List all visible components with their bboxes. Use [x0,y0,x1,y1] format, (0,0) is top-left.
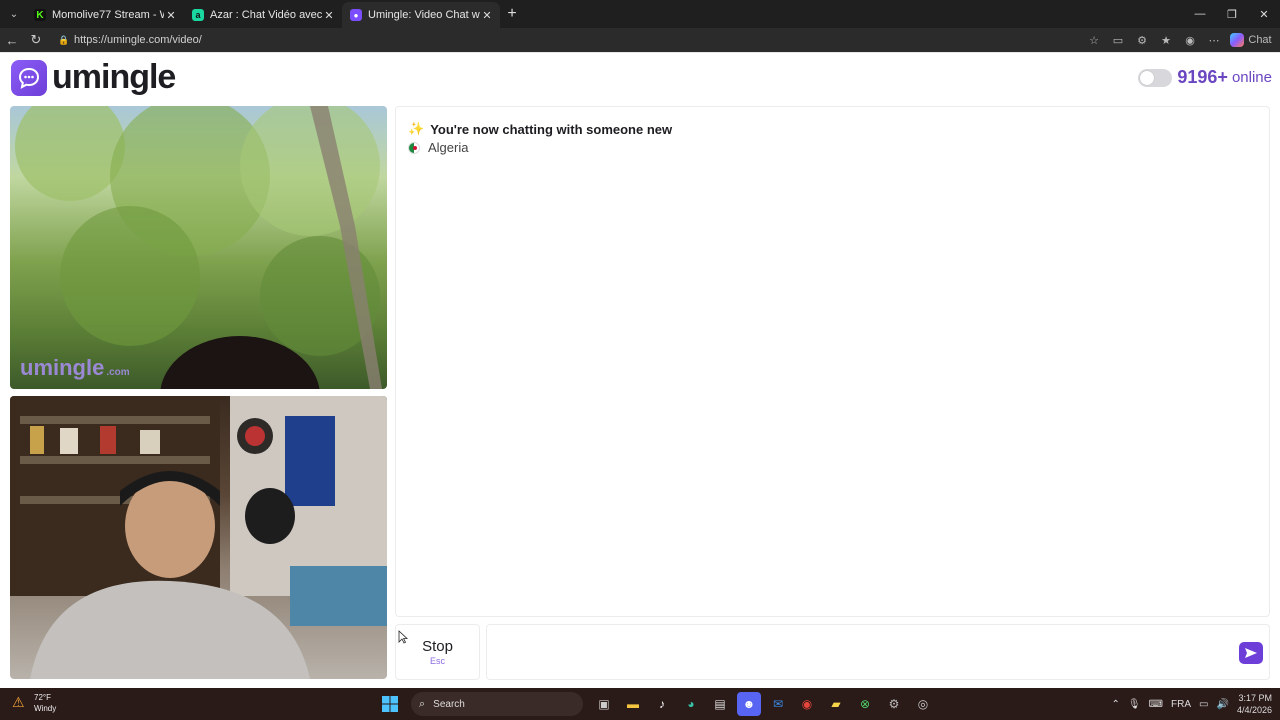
tab-umingle[interactable]: ● Umingle: Video Chat with Stra ✕ [342,2,500,28]
self-video [10,396,387,679]
windows-start-icon[interactable] [378,692,402,716]
windows-taskbar: ⚠ 72°F Windy ⌕ Search ▣ ▬ ♪ ◕ ▤ ☻ ✉ ◉ ▰ … [0,688,1280,720]
window-controls: — ❐ ✕ [1184,0,1280,28]
online-indicator: 9196+ online [1138,67,1272,88]
close-window-icon[interactable]: ✕ [1248,0,1280,28]
close-icon[interactable]: ✕ [322,9,336,22]
browser-toolbar: ← ↻ 🔒 https://umingle.com/video/ ☆ ▭ ⚙ ★… [0,28,1280,52]
self-video-scene [10,396,387,679]
temperature: 72°F [34,693,51,702]
tab-momolive[interactable]: K Momolive77 Stream - Watch Live ✕ [26,2,184,28]
favorite-star-icon[interactable]: ☆ [1082,28,1106,52]
tiktok-icon[interactable]: ♪ [650,692,674,716]
stranger-video-scene [15,106,382,389]
settings-icon[interactable]: ⚙ [882,692,906,716]
search-icon: ⌕ [419,697,426,710]
video-watermark: umingle .com [20,355,130,381]
clock-date: 4/4/2026 [1236,705,1272,715]
extensions-icon[interactable]: ⚙ [1130,28,1154,52]
logo-wordmark: umingle [52,58,176,96]
chrome-icon[interactable]: ◉ [795,692,819,716]
send-icon [1245,648,1257,658]
microphone-icon[interactable]: 🎙 [1128,699,1141,710]
watermark-suffix: .com [106,367,130,378]
mail-icon[interactable]: ✉ [766,692,790,716]
chat-bubble-logo-icon [11,59,47,96]
address-bar[interactable]: 🔒 https://umingle.com/video/ [50,30,1130,50]
stranger-video: umingle .com [10,106,387,389]
weather-condition: Windy [34,704,57,713]
copilot-icon [1230,33,1244,47]
search-label: Search [433,698,465,710]
store-icon[interactable]: ▤ [708,692,732,716]
weather-widget[interactable]: ⚠ 72°F Windy [12,692,56,714]
network-icon[interactable]: ▭ [1199,699,1208,710]
tab-title: Momolive77 Stream - Watch Live [52,9,164,21]
taskbar-search[interactable]: ⌕ Search [411,692,583,716]
app-icon[interactable]: ◎ [911,692,935,716]
url-text: https://umingle.com/video/ [74,34,202,46]
theme-toggle[interactable] [1138,68,1173,87]
close-icon[interactable]: ✕ [164,9,178,22]
chat-panel: ✨ You're now chatting with someone new A… [395,106,1270,617]
azar-favicon-icon: a [192,9,204,21]
volume-icon[interactable]: 🔊 [1217,699,1229,710]
chevron-up-icon[interactable]: ⌃ [1112,699,1120,710]
system-message: ✨ You're now chatting with someone new [408,121,672,137]
weather-alert-icon: ⚠ [12,694,25,710]
message-input[interactable] [497,635,1227,669]
umingle-favicon-icon: ● [350,9,362,21]
umingle-page: umingle 9196+ online umingle .com ✨ You'… [0,52,1280,688]
tab-title: Azar : Chat Vidéo avec de nou [210,9,322,21]
stop-button-label: Stop [422,638,453,655]
minimize-icon[interactable]: — [1184,0,1216,28]
reload-icon[interactable]: ↻ [24,28,48,52]
profile-avatar-icon[interactable]: ◉ [1178,28,1202,52]
system-clock[interactable]: 3:17 PM 4/4/2026 [1237,692,1272,716]
send-button[interactable] [1239,642,1263,664]
system-tray: ⌃ 🎙 ⌨ FRA ▭ 🔊 3:17 PM 4/4/2026 [1112,688,1272,720]
stop-shortcut-hint: Esc [429,656,445,666]
browser-tab-strip: ⌄ K Momolive77 Stream - Watch Live ✕ a A… [0,0,1280,28]
xbox-icon[interactable]: ⊗ [853,692,877,716]
task-view-icon[interactable]: ▣ [592,692,616,716]
site-logo[interactable]: umingle [11,58,176,97]
clock-time: 3:17 PM [1238,693,1272,703]
lock-icon: 🔒 [58,35,70,45]
online-label: online [1231,69,1272,86]
discord-icon[interactable]: ☻ [737,692,761,716]
more-menu-icon[interactable]: ⋯ [1202,28,1226,52]
watermark-text: umingle [20,355,105,380]
favorites-icon[interactable]: ★ [1154,28,1178,52]
keyboard-icon[interactable]: ⌨ [1149,699,1163,710]
sparkles-icon: ✨ [408,121,425,136]
message-composer [486,624,1270,680]
copilot-chat-button[interactable]: Chat [1226,28,1280,52]
online-count: 9196+ [1177,67,1228,87]
language-indicator[interactable]: FRA [1171,699,1191,710]
tab-title: Umingle: Video Chat with Stra [368,9,480,21]
system-message-text: You're now chatting with someone new [430,121,673,137]
split-screen-icon[interactable]: ▭ [1106,28,1130,52]
toolbar-actions: ☆ ▭ ⚙ ★ ◉ ⋯ Chat [1082,28,1280,52]
kick-favicon-icon: K [34,9,46,21]
mouse-cursor-icon [398,630,408,644]
back-icon[interactable]: ← [0,28,24,52]
tab-list-icon[interactable]: ⌄ [2,3,26,25]
restore-icon[interactable]: ❐ [1216,0,1248,28]
partner-country: Algeria [408,140,468,155]
taskbar-apps: ⌕ Search ▣ ▬ ♪ ◕ ▤ ☻ ✉ ◉ ▰ ⊗ ⚙ ◎ [378,692,935,716]
algeria-flag-icon [408,141,420,154]
tab-azar[interactable]: a Azar : Chat Vidéo avec de nou ✕ [184,2,342,28]
country-name: Algeria [428,140,469,155]
close-icon[interactable]: ✕ [480,9,494,22]
edge-icon[interactable]: ◕ [679,692,703,716]
file-explorer-icon[interactable]: ▬ [621,692,645,716]
new-tab-button[interactable]: + [500,5,524,23]
sticky-notes-icon[interactable]: ▰ [824,692,848,716]
copilot-label: Chat [1248,34,1272,46]
